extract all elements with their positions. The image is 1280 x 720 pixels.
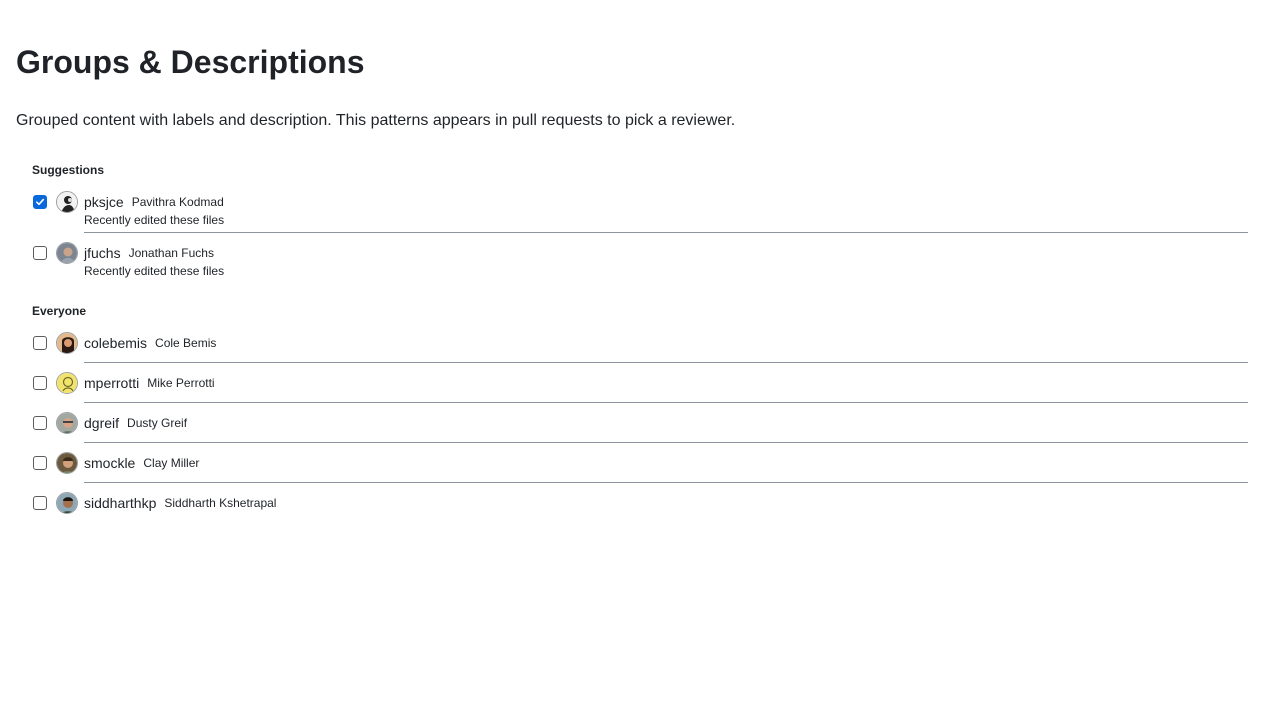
item-description: Recently edited these files — [84, 213, 225, 227]
user-name: Dusty Greif — [127, 416, 188, 430]
group-heading: Everyone — [32, 304, 87, 318]
avatar — [56, 332, 78, 354]
group-everyone: Everyone colebemis Cole Bemis mperrotti … — [32, 303, 1248, 515]
list-item[interactable]: pksjce Pavithra Kodmad Recently edited t… — [32, 190, 1248, 241]
page: Groups & Descriptions Grouped content wi… — [0, 0, 1280, 515]
reviewer-list: Suggestions pksjce Pavithra Kodmad Recen… — [32, 162, 1248, 515]
user-login: dgreif — [84, 415, 120, 431]
page-title: Groups & Descriptions — [16, 44, 365, 80]
user-name: Cole Bemis — [155, 336, 217, 350]
list-item[interactable]: jfuchs Jonathan Fuchs Recently edited th… — [32, 241, 1248, 283]
check-icon — [36, 198, 45, 206]
list-item[interactable]: mperrotti Mike Perrotti — [32, 371, 1248, 411]
avatar — [56, 412, 78, 434]
user-name: Siddharth Kshetrapal — [164, 496, 277, 510]
user-login: jfuchs — [84, 245, 121, 261]
user-login: siddharthkp — [84, 495, 157, 511]
list-item[interactable]: siddharthkp Siddharth Kshetrapal — [32, 491, 1248, 515]
list-item[interactable]: smockle Clay Miller — [32, 451, 1248, 491]
group-heading: Suggestions — [32, 163, 105, 177]
avatar — [56, 372, 78, 394]
checkbox[interactable] — [33, 416, 47, 430]
checkbox[interactable] — [33, 496, 47, 510]
user-name: Jonathan Fuchs — [128, 246, 214, 260]
avatar — [56, 242, 78, 264]
user-login: smockle — [84, 455, 136, 471]
checkbox[interactable] — [33, 336, 47, 350]
avatar — [56, 452, 78, 474]
checkbox[interactable] — [33, 195, 47, 209]
list-item[interactable]: colebemis Cole Bemis — [32, 331, 1248, 371]
checkbox[interactable] — [33, 456, 47, 470]
group-suggestions: Suggestions pksjce Pavithra Kodmad Recen… — [32, 162, 1248, 283]
user-name: Clay Miller — [143, 456, 200, 470]
avatar — [56, 492, 78, 514]
avatar — [56, 191, 78, 213]
user-name: Mike Perrotti — [147, 376, 215, 390]
user-login: pksjce — [84, 194, 124, 210]
list-item[interactable]: dgreif Dusty Greif — [32, 411, 1248, 451]
checkbox[interactable] — [33, 246, 47, 260]
user-name: Pavithra Kodmad — [131, 195, 224, 209]
user-login: mperrotti — [84, 375, 140, 391]
user-login: colebemis — [84, 335, 148, 351]
item-description: Recently edited these files — [84, 264, 225, 278]
checkbox[interactable] — [33, 376, 47, 390]
page-intro: Grouped content with labels and descript… — [16, 112, 736, 129]
